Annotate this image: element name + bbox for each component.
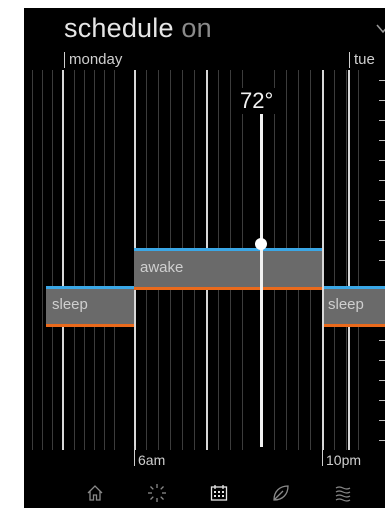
cool-setpoint-line[interactable] [46, 286, 134, 289]
cool-setpoint-line[interactable] [324, 286, 385, 289]
heat-setpoint-line[interactable] [46, 324, 134, 327]
calendar-icon[interactable] [208, 482, 230, 504]
bottom-nav [84, 480, 354, 506]
day-label-next: tue [349, 52, 375, 68]
period-label: sleep [52, 296, 88, 313]
setpoint-handle[interactable] [255, 238, 267, 250]
schedule-timeline[interactable]: sleep awake sleep [24, 70, 385, 450]
heat-waves-icon[interactable] [332, 482, 354, 504]
setpoint-temperature: 72° [236, 88, 278, 114]
period-sleep-evening[interactable]: sleep [324, 288, 385, 324]
title-text: schedule [64, 13, 174, 43]
period-label: awake [140, 259, 184, 276]
period-sleep-morning[interactable]: sleep [46, 288, 134, 324]
leaf-icon[interactable] [270, 482, 292, 504]
period-awake[interactable]: awake [134, 250, 322, 288]
time-label-end: 10pm [322, 446, 361, 468]
heat-setpoint-line[interactable] [134, 287, 322, 290]
chevron-down-icon[interactable] [376, 24, 385, 34]
heat-setpoint-line[interactable] [324, 324, 385, 327]
home-icon[interactable] [84, 482, 106, 504]
thermostat-screen: schedule on monday tue sleep awake sleep… [24, 8, 385, 508]
period-label: sleep [328, 296, 364, 313]
current-time-indicator[interactable] [260, 114, 263, 447]
time-label-start: 6am [134, 446, 165, 468]
schedule-status[interactable]: on [181, 13, 211, 43]
day-label-monday: monday [64, 52, 122, 68]
cool-setpoint-line[interactable] [134, 248, 322, 251]
page-title: schedule on [64, 13, 212, 44]
sun-icon[interactable] [146, 482, 168, 504]
